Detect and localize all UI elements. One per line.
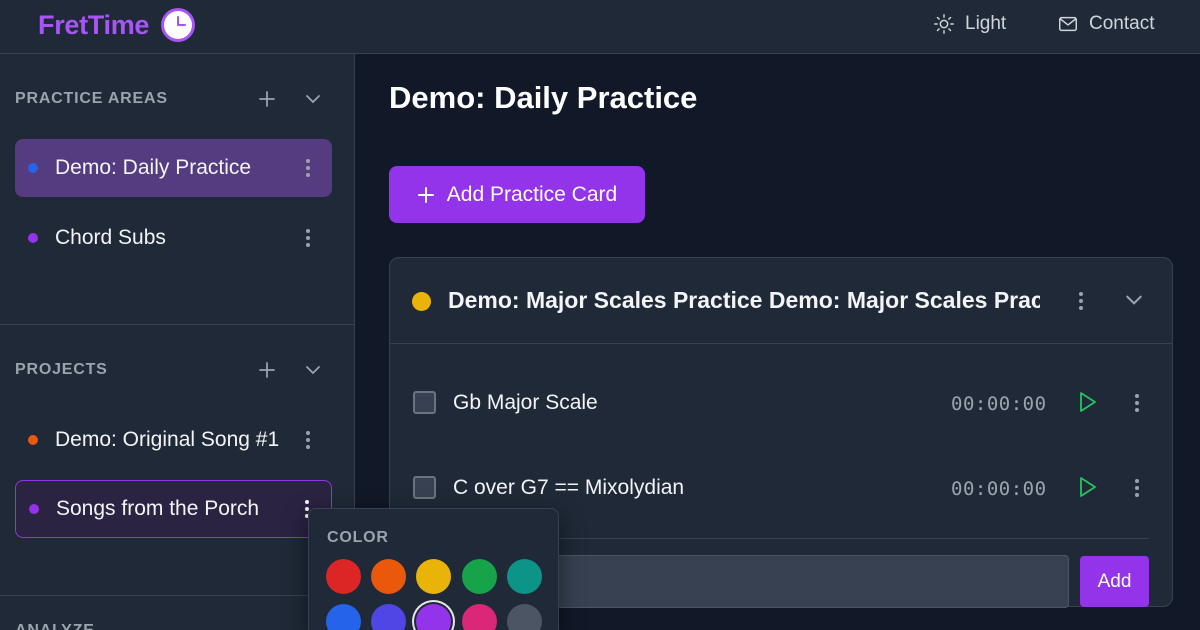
color-swatch-indigo[interactable] [371, 604, 406, 630]
add-practice-card-label: Add Practice Card [446, 182, 618, 206]
item-label: Gb Major Scale [453, 391, 598, 414]
sidebar-item-songs-from-the-porch[interactable]: Songs from the Porch [15, 480, 332, 538]
color-swatch-pink[interactable] [462, 604, 497, 630]
plus-icon [259, 362, 275, 378]
sidebar: PRACTICE AREAS Demo: Daily Practice Chor… [0, 54, 355, 630]
color-dot [29, 504, 39, 514]
item-timer: 00:00:00 [951, 393, 1047, 415]
item-timer: 00:00:00 [951, 478, 1047, 500]
practice-areas-title: PRACTICE AREAS [15, 90, 168, 107]
add-item-button[interactable]: Add [1080, 556, 1149, 607]
color-swatch-yellow[interactable] [416, 559, 451, 594]
chevron-down-icon [1126, 295, 1142, 305]
projects-title: PROJECTS [15, 361, 108, 378]
plus-icon [417, 186, 434, 203]
light-mode-button[interactable]: Light [933, 13, 1006, 35]
color-swatch-gray[interactable] [507, 604, 542, 630]
chevron-down-icon [306, 95, 320, 104]
sidebar-item-label: Chord Subs [55, 226, 166, 249]
color-swatch-orange[interactable] [371, 559, 406, 594]
item-checkbox[interactable] [413, 391, 436, 414]
play-icon[interactable] [1078, 476, 1098, 503]
practice-areas-header: PRACTICE AREAS [15, 84, 325, 114]
color-dot [28, 233, 38, 243]
color-dot [28, 163, 38, 173]
card-more-options-icon[interactable] [1071, 289, 1091, 313]
sidebar-divider [0, 324, 355, 325]
sidebar-divider [0, 595, 355, 596]
color-swatch-red[interactable] [326, 559, 361, 594]
more-options-icon[interactable] [298, 226, 318, 250]
item-more-options-icon[interactable] [1127, 476, 1147, 500]
color-dot [412, 292, 431, 311]
clock-icon [161, 8, 196, 42]
collapse-card-button[interactable] [1125, 291, 1143, 314]
color-swatch-green[interactable] [462, 559, 497, 594]
brand[interactable]: FretTime [38, 8, 196, 42]
analyze-header: ANALYZE [15, 616, 325, 630]
plus-icon [259, 91, 275, 107]
sun-icon [934, 14, 954, 34]
top-bar: FretTime Light Contact [0, 0, 1200, 54]
add-practice-card-button[interactable]: Add Practice Card [389, 166, 645, 223]
color-picker-popover: COLOR [308, 508, 559, 630]
projects-header: PROJECTS [15, 355, 325, 385]
mail-icon [1059, 16, 1077, 32]
sidebar-item-daily-practice[interactable]: Demo: Daily Practice [15, 139, 332, 197]
analyze-title: ANALYZE [15, 622, 325, 630]
item-checkbox[interactable] [413, 476, 436, 499]
color-swatch-blue[interactable] [326, 604, 361, 630]
add-project-button[interactable] [255, 358, 279, 382]
sidebar-item-label: Demo: Daily Practice [55, 156, 252, 179]
app-name: FretTime [38, 9, 150, 40]
practice-card-title[interactable]: Demo: Major Scales Practice Demo: Major … [448, 287, 1040, 314]
light-label: Light [965, 13, 1007, 34]
list-item: Gb Major Scale 00:00:00 [390, 373, 1172, 433]
page-title: Demo: Daily Practice [389, 80, 698, 115]
contact-link[interactable]: Contact [1057, 13, 1154, 35]
item-more-options-icon[interactable] [1127, 391, 1147, 415]
color-dot [28, 435, 38, 445]
play-icon[interactable] [1078, 391, 1098, 418]
sidebar-item-chord-subs[interactable]: Chord Subs [15, 209, 332, 267]
color-swatch-teal[interactable] [507, 559, 542, 594]
more-options-icon[interactable] [298, 156, 318, 180]
sidebar-item-label: Songs from the Porch [56, 497, 260, 520]
sidebar-item-label: Demo: Original Song #1 [55, 428, 280, 451]
add-practice-area-button[interactable] [255, 87, 279, 111]
chevron-down-icon [306, 366, 320, 375]
color-picker-title: COLOR [327, 529, 389, 546]
item-label: C over G7 == Mixolydian [453, 476, 685, 499]
practice-card-header: Demo: Major Scales Practice Demo: Major … [390, 258, 1172, 344]
more-options-icon[interactable] [298, 428, 318, 452]
color-swatch-purple[interactable] [416, 604, 451, 630]
contact-label: Contact [1089, 13, 1155, 34]
collapse-projects-button[interactable] [301, 358, 325, 382]
sidebar-item-original-song[interactable]: Demo: Original Song #1 [15, 411, 332, 469]
collapse-practice-areas-button[interactable] [301, 87, 325, 111]
